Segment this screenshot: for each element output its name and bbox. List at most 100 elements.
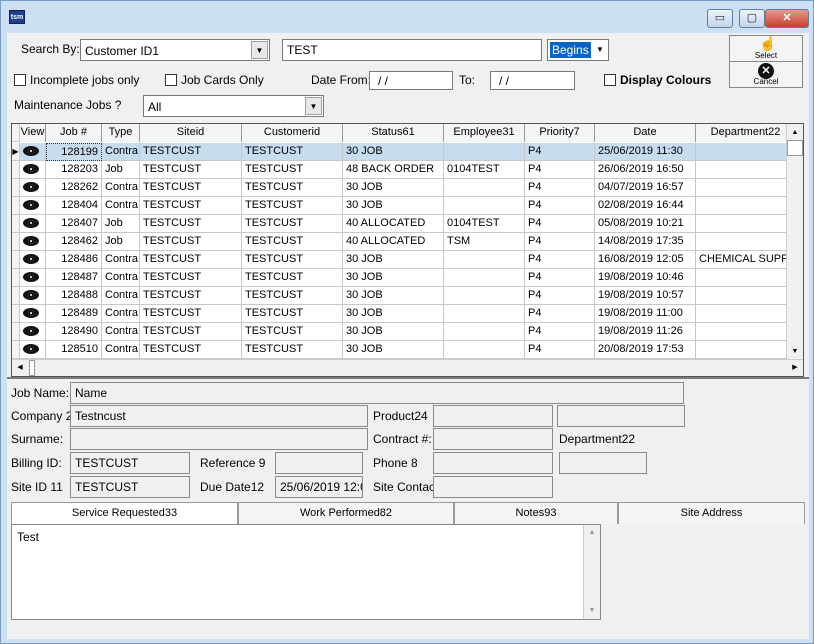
cell-siteid[interactable]: TESTCUST	[140, 323, 242, 341]
cell-type[interactable]: Contra	[102, 287, 140, 305]
view-button[interactable]	[20, 143, 46, 161]
cell-department[interactable]	[696, 215, 796, 233]
table-row[interactable]: 128262 Contra TESTCUST TESTCUST 30 JOB P4 04/0…	[12, 179, 796, 197]
cell-date[interactable]: 02/08/2019 16:44	[595, 197, 696, 215]
cell-siteid[interactable]: TESTCUST	[140, 197, 242, 215]
view-button[interactable]	[20, 197, 46, 215]
column-header[interactable]: Type	[102, 124, 140, 142]
cell-employee[interactable]	[444, 251, 525, 269]
scroll-up-icon[interactable]: ▲	[787, 124, 803, 141]
search-by-select[interactable]: Customer ID1 ▼	[80, 39, 270, 61]
vertical-scrollbar[interactable]: ▲ ▼	[786, 124, 803, 360]
cell-date[interactable]: 19/08/2019 11:00	[595, 305, 696, 323]
cell-department[interactable]	[696, 197, 796, 215]
column-header[interactable]: Employee31	[444, 124, 525, 142]
cell-customerid[interactable]: TESTCUST	[242, 341, 343, 359]
cell-priority[interactable]: P4	[525, 269, 595, 287]
reference-field[interactable]	[275, 452, 363, 474]
column-header[interactable]: Priority7	[525, 124, 595, 142]
scroll-thumb[interactable]	[787, 140, 803, 156]
eye-icon[interactable]	[23, 254, 39, 264]
cell-priority[interactable]: P4	[525, 197, 595, 215]
view-button[interactable]	[20, 251, 46, 269]
column-header[interactable]: Customerid	[242, 124, 343, 142]
cell-priority[interactable]: P4	[525, 215, 595, 233]
cell-date[interactable]: 26/06/2019 16:50	[595, 161, 696, 179]
table-row[interactable]: 128404 Contra TESTCUST TESTCUST 30 JOB P4 02/0…	[12, 197, 796, 215]
maintenance-jobs-select[interactable]: All ▼	[143, 95, 324, 117]
scroll-left-icon[interactable]: ◀	[12, 360, 28, 376]
cell-priority[interactable]: P4	[525, 179, 595, 197]
cell-employee[interactable]: 0104TEST	[444, 215, 525, 233]
chevron-down-icon[interactable]: ▼	[305, 97, 322, 115]
cell-job[interactable]: 128262	[46, 179, 102, 197]
billing-id-field[interactable]: TESTCUST	[70, 452, 190, 474]
cell-date[interactable]: 14/08/2019 17:35	[595, 233, 696, 251]
table-row[interactable]: 128203 Job TESTCUST TESTCUST 48 BACK ORDER 01…	[12, 161, 796, 179]
eye-icon[interactable]	[23, 308, 39, 318]
table-row[interactable]: 128487 Contra TESTCUST TESTCUST 30 JOB P4 19/0…	[12, 269, 796, 287]
cell-department[interactable]	[696, 143, 796, 161]
cell-employee[interactable]: 0104TEST	[444, 161, 525, 179]
tab-work-performed[interactable]: Work Performed82	[238, 502, 454, 524]
select-button[interactable]: ☝ Select	[729, 35, 803, 62]
jobs-grid[interactable]: View Job # Type Siteid Customerid Status61 Emp…	[11, 123, 804, 377]
cell-customerid[interactable]: TESTCUST	[242, 161, 343, 179]
eye-icon[interactable]	[23, 218, 39, 228]
cell-department[interactable]	[696, 161, 796, 179]
horizontal-scrollbar[interactable]: ◀ ▶	[12, 359, 803, 376]
memo-scrollbar[interactable]: ▲ ▼	[583, 525, 600, 619]
eye-icon[interactable]	[23, 272, 39, 282]
column-header[interactable]: Job #	[46, 124, 102, 142]
cell-status[interactable]: 30 JOB	[343, 251, 444, 269]
cell-customerid[interactable]: TESTCUST	[242, 179, 343, 197]
cell-employee[interactable]	[444, 323, 525, 341]
column-header[interactable]: View	[20, 124, 46, 142]
incomplete-jobs-checkbox[interactable]: Incomplete jobs only	[14, 73, 139, 87]
cell-customerid[interactable]: TESTCUST	[242, 233, 343, 251]
eye-icon[interactable]	[23, 146, 39, 156]
cell-customerid[interactable]: TESTCUST	[242, 305, 343, 323]
title-bar[interactable]: tsm ▭ ▢ ✕	[1, 1, 813, 33]
cell-priority[interactable]: P4	[525, 341, 595, 359]
table-row[interactable]: 128510 Contra TESTCUST TESTCUST 30 JOB P4 20/0…	[12, 341, 796, 359]
cell-siteid[interactable]: TESTCUST	[140, 269, 242, 287]
cell-employee[interactable]	[444, 287, 525, 305]
display-colours-checkbox[interactable]: Display Colours	[604, 73, 711, 87]
cell-siteid[interactable]: TESTCUST	[140, 341, 242, 359]
cell-siteid[interactable]: TESTCUST	[140, 161, 242, 179]
cell-employee[interactable]	[444, 341, 525, 359]
checkbox-box[interactable]	[14, 74, 26, 86]
cell-siteid[interactable]: TESTCUST	[140, 305, 242, 323]
cell-date[interactable]: 25/06/2019 11:30	[595, 143, 696, 161]
scroll-thumb[interactable]	[29, 360, 35, 376]
view-button[interactable]	[20, 233, 46, 251]
cell-department[interactable]: CHEMICAL SUPP	[696, 251, 796, 269]
table-row[interactable]: 128462 Job TESTCUST TESTCUST 40 ALLOCATED TSM…	[12, 233, 796, 251]
cell-department[interactable]	[696, 233, 796, 251]
cell-priority[interactable]: P4	[525, 287, 595, 305]
job-name-field[interactable]: Name	[70, 382, 684, 404]
scroll-down-icon[interactable]: ▼	[787, 343, 803, 360]
product-field[interactable]	[433, 405, 553, 427]
minimize-button[interactable]: ▭	[707, 9, 733, 28]
cell-priority[interactable]: P4	[525, 161, 595, 179]
cell-customerid[interactable]: TESTCUST	[242, 323, 343, 341]
cell-customerid[interactable]: TESTCUST	[242, 143, 343, 161]
eye-icon[interactable]	[23, 182, 39, 192]
cell-employee[interactable]	[444, 305, 525, 323]
cell-job[interactable]: 128488	[46, 287, 102, 305]
table-row[interactable]: ▶ 128199 Contra TESTCUST TESTCUST 30 JOB P4 25/…	[12, 143, 796, 161]
cell-date[interactable]: 19/08/2019 10:46	[595, 269, 696, 287]
date-from-input[interactable]: / /	[369, 71, 453, 90]
cell-priority[interactable]: P4	[525, 323, 595, 341]
cell-job[interactable]: 128462	[46, 233, 102, 251]
cell-employee[interactable]	[444, 143, 525, 161]
column-header[interactable]: Date	[595, 124, 696, 142]
cell-date[interactable]: 05/08/2019 10:21	[595, 215, 696, 233]
chevron-down-icon[interactable]: ▼	[593, 41, 607, 59]
view-button[interactable]	[20, 269, 46, 287]
checkbox-box[interactable]	[165, 74, 177, 86]
cell-status[interactable]: 30 JOB	[343, 323, 444, 341]
cell-customerid[interactable]: TESTCUST	[242, 269, 343, 287]
